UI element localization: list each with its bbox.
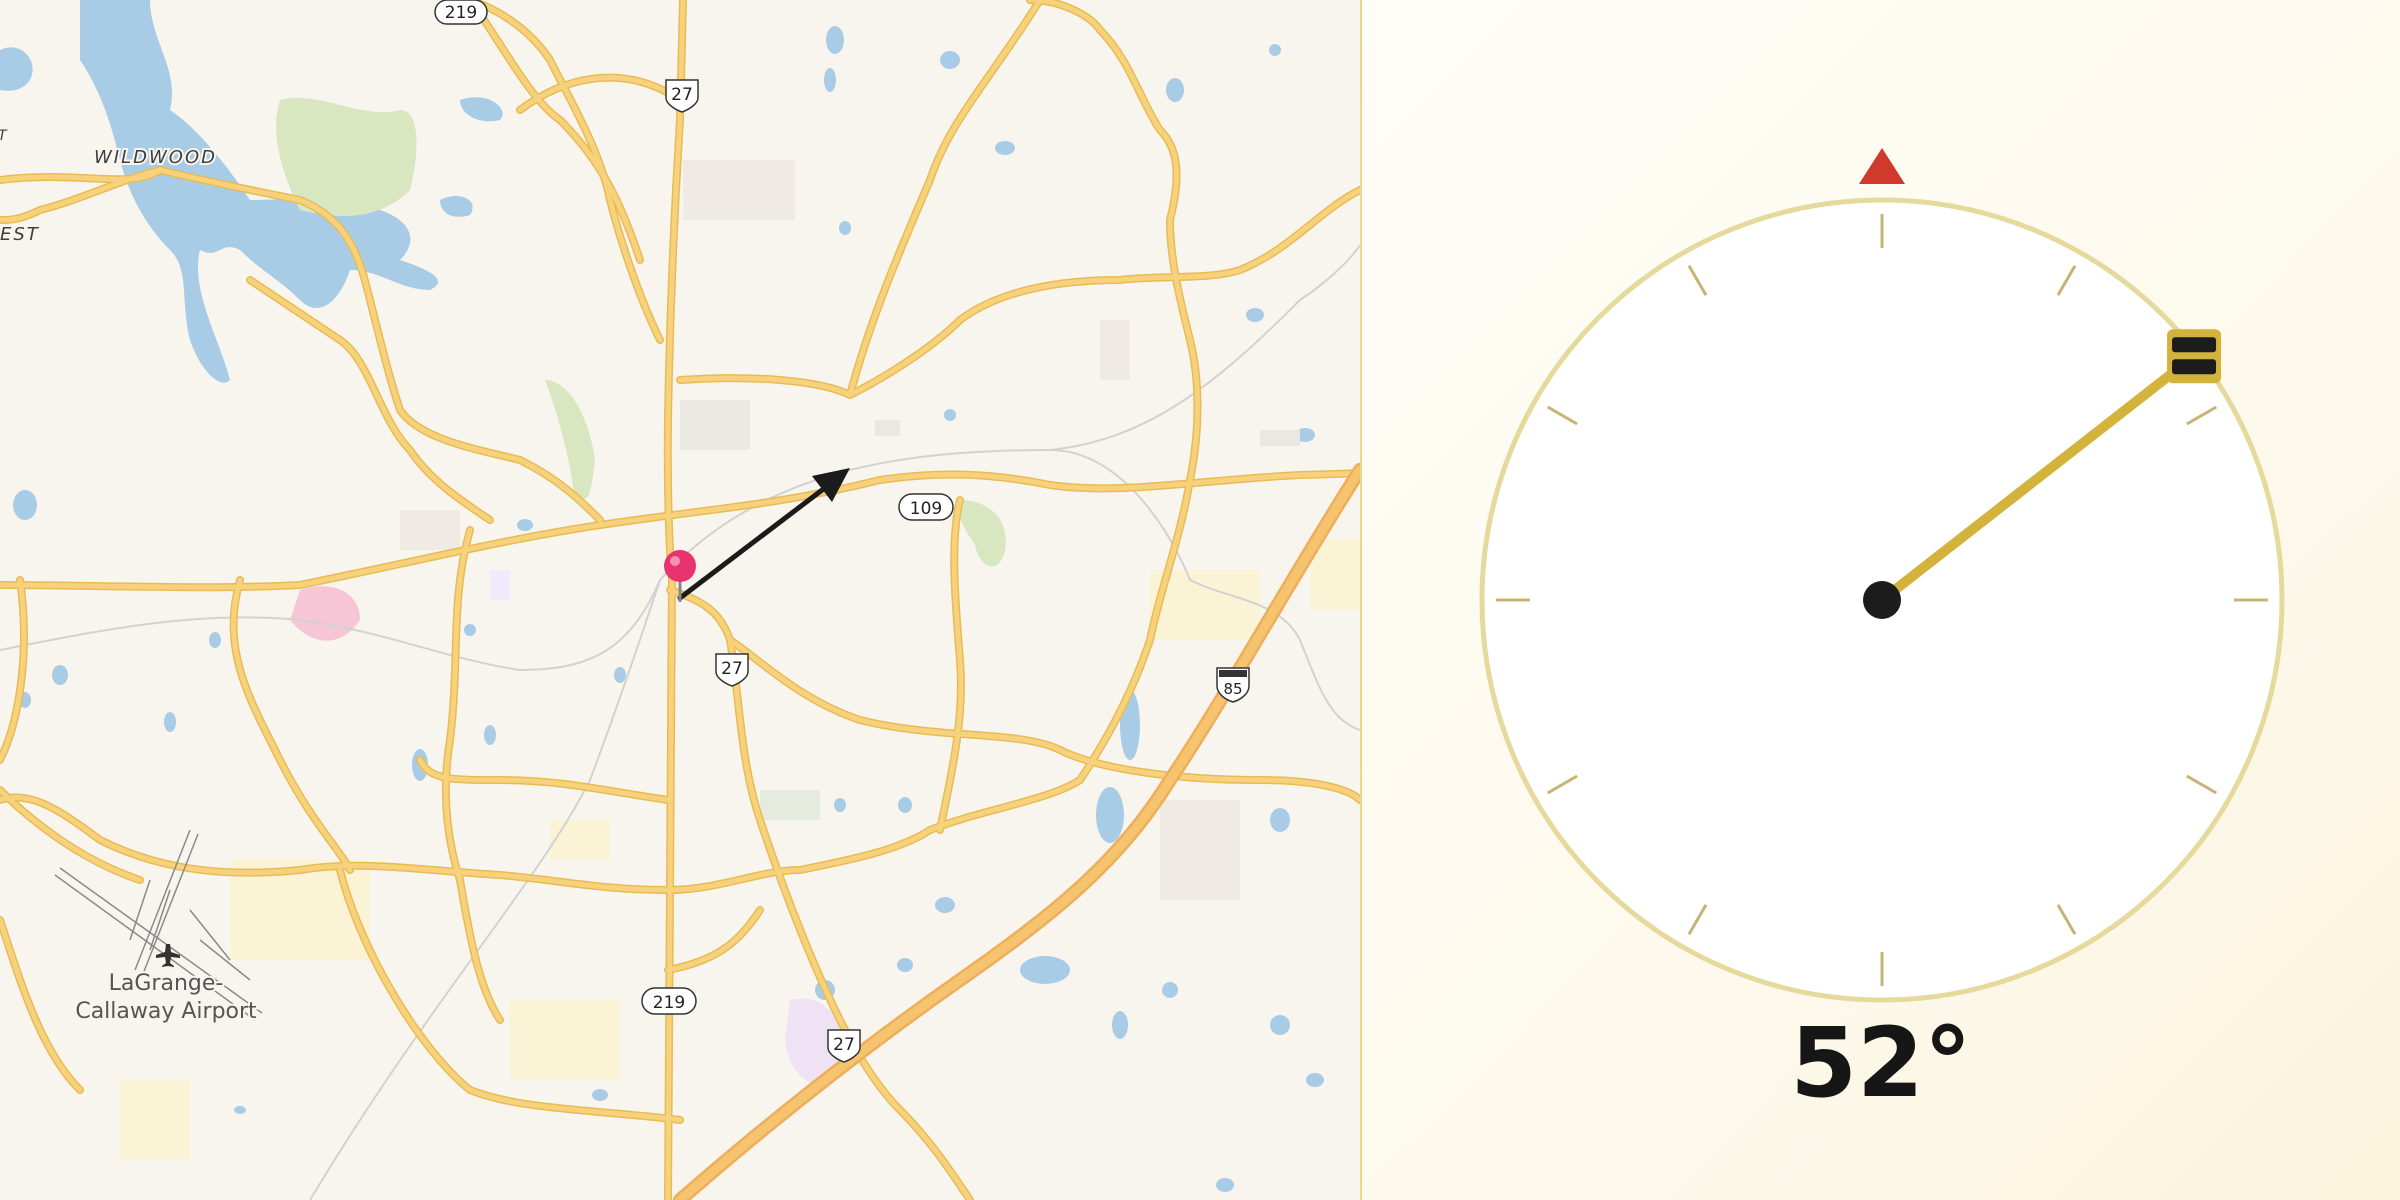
place-labels: WILDWOOD EST T LaGrange- Callaway Airpor…	[0, 128, 259, 1026]
place-label-forest: EST	[0, 224, 40, 245]
route-shield-219-top: 219	[434, 0, 488, 25]
route-shield-219-bottom-label: 219	[653, 993, 685, 1013]
route-shield-109-label: 109	[910, 499, 942, 519]
place-label-wildwood: WILDWOOD	[94, 147, 217, 168]
place-label-partial: T	[0, 128, 8, 144]
route-shield-27-north-label: 27	[671, 85, 693, 105]
route-shield-27-north: 27	[665, 79, 699, 113]
route-shield-27-center: 27	[715, 653, 749, 687]
airport-label-line1: LaGrange-	[109, 971, 224, 996]
route-shield-219-bottom: 219	[641, 987, 697, 1015]
route-shield-219-top-label: 219	[445, 3, 477, 23]
railway-lines	[0, 244, 1360, 1200]
map-canvas[interactable]: WILDWOOD EST T LaGrange- Callaway Airpor…	[0, 0, 1360, 1200]
compass-panel: 52°	[1362, 0, 2400, 1200]
route-shield-109: 109	[898, 493, 954, 521]
airport-label-line2: Callaway Airport	[75, 999, 257, 1024]
north-triangle-icon	[1859, 148, 1905, 184]
needle-drag-handle[interactable]	[2167, 329, 2222, 384]
route-shield-85-label: 85	[1223, 680, 1242, 698]
route-shield-27-center-label: 27	[721, 659, 743, 679]
heading-arrow	[677, 468, 850, 601]
heading-readout: 52°	[1790, 1007, 1972, 1119]
map-view[interactable]: WILDWOOD EST T LaGrange- Callaway Airpor…	[0, 0, 1360, 1200]
route-shield-27-south-label: 27	[833, 1035, 855, 1055]
compass-hub	[1863, 581, 1901, 619]
